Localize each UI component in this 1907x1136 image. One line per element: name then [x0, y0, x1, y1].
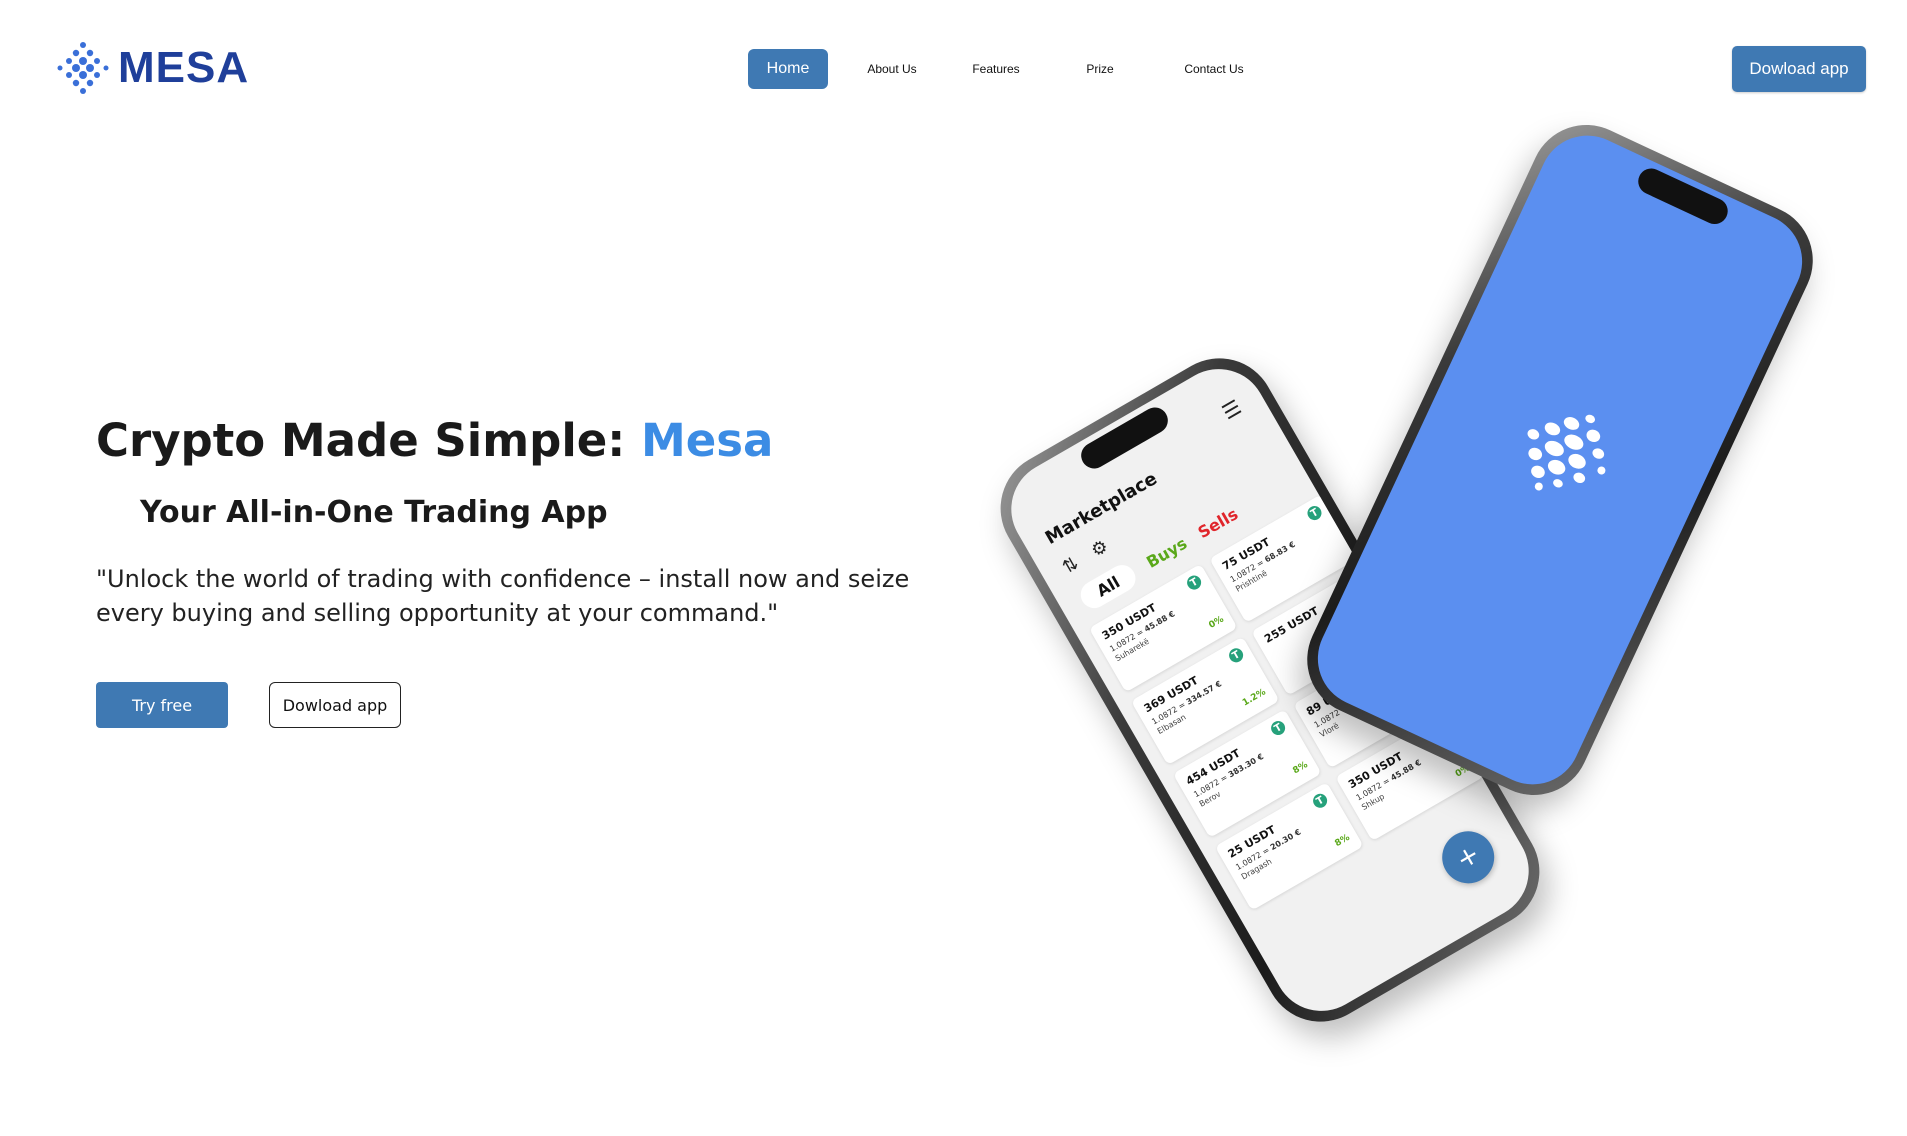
phones-illustration: Marketplace ☰ ⇅ ⚙ All Buys Sells T 350 US…: [970, 106, 1832, 1043]
tab-sells[interactable]: Sells: [1195, 504, 1242, 542]
nav-contact-us[interactable]: Contact Us: [1164, 49, 1264, 89]
hero-description: "Unlock the world of trading with confid…: [96, 565, 910, 627]
tab-buys[interactable]: Buys: [1143, 534, 1190, 572]
splash-screen: [1302, 119, 1818, 801]
header-download-button[interactable]: Dowload app: [1732, 46, 1866, 92]
nav-home[interactable]: Home: [748, 49, 828, 89]
hero-title-prefix: Crypto Made Simple:: [96, 414, 641, 467]
brand-name: MESA: [118, 43, 250, 92]
offer-percent: 0%: [1207, 614, 1226, 631]
offer-percent: 8%: [1333, 832, 1352, 850]
filter-icon[interactable]: ⚙: [1087, 536, 1111, 562]
menu-icon[interactable]: ☰: [1218, 395, 1246, 425]
hero-title-accent: Mesa: [640, 414, 774, 467]
nav-prize[interactable]: Prize: [1060, 49, 1140, 89]
mesa-logo-icon: [57, 42, 109, 94]
phone-splash: [1288, 106, 1832, 814]
offer-city: Dragash: [1239, 856, 1274, 882]
nav-about-us[interactable]: About Us: [852, 49, 932, 89]
hero-title: Crypto Made Simple: Mesa: [96, 414, 773, 467]
add-offer-button[interactable]: +: [1432, 821, 1504, 893]
offer-percent: 1.2%: [1241, 687, 1268, 709]
hero-download-button[interactable]: Dowload app: [269, 682, 401, 728]
main-nav: Home About Us Features Prize Contact Us: [748, 49, 1288, 89]
offer-percent: 8%: [1291, 760, 1310, 777]
offer-city: Suharekë: [1113, 636, 1151, 664]
sort-icon[interactable]: ⇅: [1059, 553, 1083, 579]
offer-city: Prishtinë: [1234, 568, 1269, 594]
hero-subtitle: Your All-in-One Trading App: [140, 495, 608, 530]
mesa-splash-logo-icon: [1527, 414, 1606, 491]
brand-logo[interactable]: MESA: [56, 40, 249, 96]
try-free-button[interactable]: Try free: [96, 682, 228, 728]
nav-features[interactable]: Features: [956, 49, 1036, 89]
